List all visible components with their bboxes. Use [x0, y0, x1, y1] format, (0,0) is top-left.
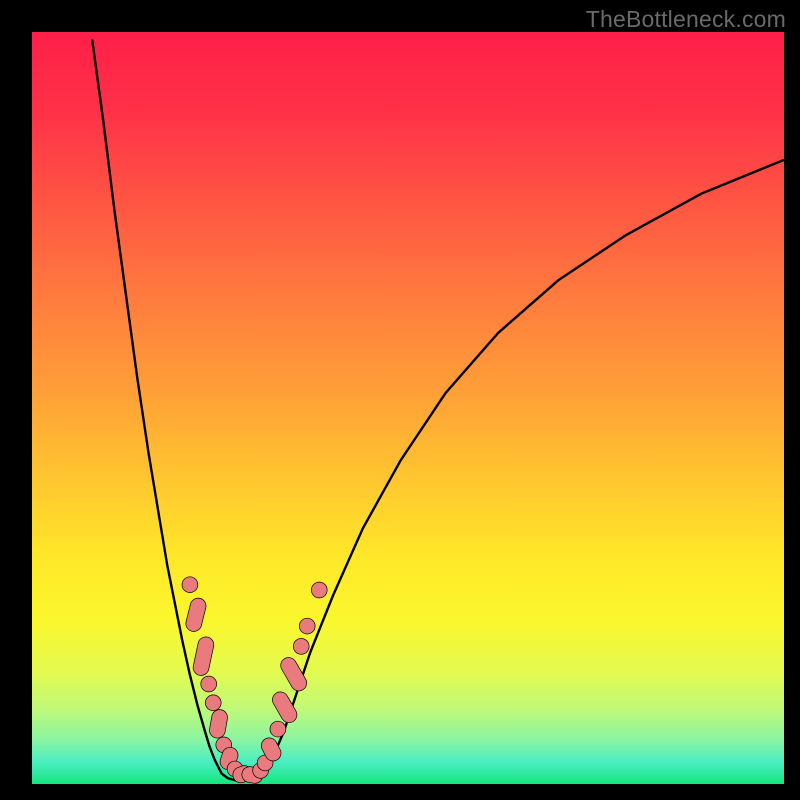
- marker-capsule: [208, 708, 229, 739]
- marker-circle: [270, 721, 286, 737]
- marker-capsule: [278, 655, 310, 694]
- plot-area: [32, 32, 784, 784]
- marker-capsule: [192, 635, 216, 677]
- marker-capsule: [184, 596, 208, 633]
- marker-circle: [201, 676, 217, 692]
- marker-circle: [205, 695, 221, 711]
- marker-circle: [311, 582, 327, 598]
- marker-circle: [299, 618, 315, 634]
- watermark-label: TheBottleneck.com: [586, 6, 786, 33]
- outer-black-frame: TheBottleneck.com: [0, 0, 800, 800]
- chart-canvas: [32, 32, 784, 784]
- marker-circle: [182, 577, 198, 593]
- data-markers: [182, 577, 327, 784]
- marker-circle: [293, 638, 309, 654]
